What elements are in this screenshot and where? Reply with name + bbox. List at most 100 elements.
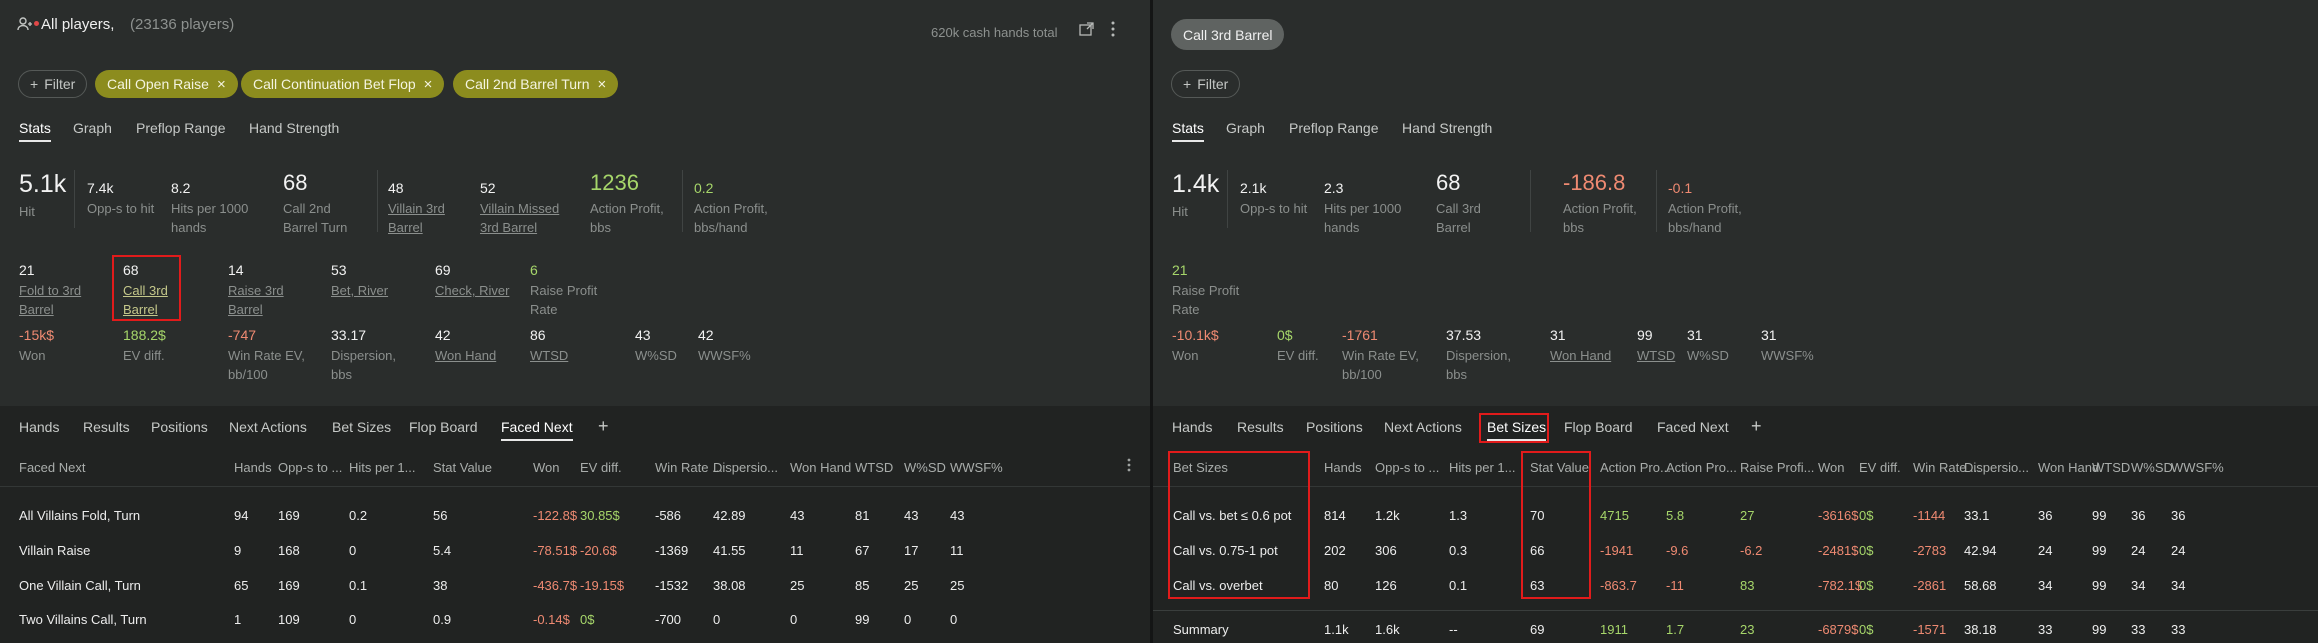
stat-raise-profit-rate: 6 Raise Profit Rate [530, 262, 598, 317]
table-cell: 1.6k [1375, 622, 1400, 637]
table-cell: 17 [904, 543, 919, 558]
table-cell: 36 [2171, 508, 2186, 523]
chip-call-cbet-flop[interactable]: Call Continuation Bet Flop × [241, 70, 445, 98]
column-header[interactable]: Action Pro... [1666, 460, 1737, 475]
hands-total: 620k cash hands total [931, 25, 1058, 40]
column-header[interactable]: Opp-s to ... [1375, 460, 1439, 475]
table-cell: 38 [433, 578, 448, 593]
stat-wtsd[interactable]: 86 WTSD [530, 327, 568, 365]
tab-stats[interactable]: Stats [19, 120, 51, 142]
table-cell: 11 [790, 543, 804, 558]
column-header[interactable]: EV diff. [580, 460, 622, 475]
table-cell: -1532 [655, 578, 689, 593]
column-header[interactable]: Hands [1324, 460, 1362, 475]
tab-hands[interactable]: Hands [19, 419, 59, 435]
add-tab-icon[interactable]: + [1751, 416, 1762, 437]
tab-faced-next[interactable]: Faced Next [1657, 419, 1729, 435]
table-cell: -1571 [1913, 622, 1947, 637]
players-title[interactable]: All players, [41, 16, 114, 33]
tab-results[interactable]: Results [83, 419, 130, 435]
close-icon[interactable]: × [598, 76, 607, 93]
column-header[interactable]: W%SD [2131, 460, 2173, 475]
column-header[interactable]: Stat Value [433, 460, 492, 475]
tab-hand-strength[interactable]: Hand Strength [249, 120, 339, 136]
column-header[interactable]: WWSF% [2171, 460, 2224, 475]
column-header[interactable]: Action Pro... [1600, 460, 1671, 475]
stat-villain-missed-3rd-barrel[interactable]: 52 Villain Missed 3rd Barrel [480, 180, 559, 237]
tab-flop-board[interactable]: Flop Board [1564, 419, 1632, 435]
column-header[interactable]: Opp-s to ... [278, 460, 342, 475]
filter-button[interactable]: + Filter [18, 70, 88, 98]
tab-graph[interactable]: Graph [1226, 120, 1265, 136]
add-tab-icon[interactable]: + [598, 416, 609, 437]
tab-stats[interactable]: Stats [1172, 120, 1204, 142]
stat-dispersion: 37.53 Dispersion, bbs [1446, 327, 1512, 382]
tab-flop-board[interactable]: Flop Board [409, 419, 477, 435]
column-header[interactable]: WWSF% [950, 460, 1003, 475]
column-options-icon[interactable] [1127, 458, 1131, 476]
filter-button[interactable]: + Filter [1171, 70, 1241, 98]
stat-won-hand[interactable]: 42 Won Hand [435, 327, 496, 365]
column-header[interactable]: Dispersio... [713, 460, 778, 475]
tab-preflop-range[interactable]: Preflop Range [136, 120, 226, 136]
table-cell: 23 [1740, 622, 1755, 637]
table-cell: 34 [2038, 578, 2053, 593]
tab-faced-next[interactable]: Faced Next [501, 419, 573, 441]
column-header[interactable]: EV diff. [1859, 460, 1901, 475]
stat-raise-3rd-barrel[interactable]: 14 Raise 3rd Barrel [228, 262, 284, 319]
stat-villain-3rd-barrel[interactable]: 48 Villain 3rd Barrel [388, 180, 445, 237]
column-header[interactable]: Hits per 1... [349, 460, 415, 475]
stat-check-river[interactable]: 69 Check, River [435, 262, 509, 300]
stat-won-hand[interactable]: 31 Won Hand [1550, 327, 1611, 365]
row-label: All Villains Fold, Turn [19, 508, 141, 523]
table-cell: 27 [1740, 508, 1755, 523]
chip-call-2nd-barrel-turn[interactable]: Call 2nd Barrel Turn × [453, 70, 619, 98]
plus-icon: + [1183, 76, 1192, 92]
table-cell: 38.18 [1964, 622, 1997, 637]
chip-call-3rd-barrel[interactable]: Call 3rd Barrel [1171, 19, 1285, 50]
table-cell: 99 [2092, 578, 2107, 593]
column-header[interactable]: Hits per 1... [1449, 460, 1515, 475]
tab-hand-strength[interactable]: Hand Strength [1402, 120, 1492, 136]
table-cell: 169 [278, 578, 300, 593]
stat-bet-river[interactable]: 53 Bet, River [331, 262, 388, 300]
table-cell: 24 [2171, 543, 2186, 558]
tab-results[interactable]: Results [1237, 419, 1284, 435]
user-filter-icon[interactable] [17, 16, 33, 36]
close-icon[interactable]: × [424, 76, 433, 93]
column-header[interactable]: Faced Next [19, 460, 85, 475]
row-label: One Villain Call, Turn [19, 578, 141, 593]
column-header[interactable]: Won Hand [790, 460, 851, 475]
column-header[interactable]: WTSD [855, 460, 893, 475]
column-header[interactable]: WTSD [2092, 460, 2130, 475]
column-header[interactable]: Hands [234, 460, 272, 475]
tab-positions[interactable]: Positions [151, 419, 208, 435]
tab-graph[interactable]: Graph [73, 120, 112, 136]
table-cell: 0.3 [1449, 543, 1468, 558]
column-header[interactable]: Raise Profi... [1740, 460, 1814, 475]
export-icon[interactable] [1079, 22, 1094, 40]
column-header[interactable]: Won [533, 460, 560, 475]
divider [1227, 170, 1228, 228]
chip-call-open-raise[interactable]: Call Open Raise × [95, 70, 238, 98]
tab-bet-sizes[interactable]: Bet Sizes [332, 419, 391, 435]
stat-fold-to-3rd-barrel[interactable]: 21 Fold to 3rd Barrel [19, 262, 81, 319]
tab-preflop-range[interactable]: Preflop Range [1289, 120, 1379, 136]
table-row[interactable] [0, 604, 1150, 634]
more-options-icon[interactable] [1111, 21, 1115, 41]
column-header[interactable]: Won [1818, 460, 1845, 475]
close-icon[interactable]: × [217, 76, 226, 93]
highlight-box [1168, 451, 1310, 599]
table-cell: -9.6 [1666, 543, 1689, 558]
stat-action-profit-bbs: -186.8 Action Profit, bbs [1563, 170, 1637, 235]
column-header[interactable]: W%SD [904, 460, 946, 475]
stat-wtsd[interactable]: 99 WTSD [1637, 327, 1675, 365]
column-header[interactable]: Won Hand [2038, 460, 2099, 475]
tab-hands[interactable]: Hands [1172, 419, 1212, 435]
table-cell: -782.1$ [1818, 578, 1863, 593]
tab-next-actions[interactable]: Next Actions [1384, 419, 1462, 435]
column-header[interactable]: Dispersio... [1964, 460, 2029, 475]
table-cell: -11 [1666, 578, 1684, 593]
tab-positions[interactable]: Positions [1306, 419, 1363, 435]
tab-next-actions[interactable]: Next Actions [229, 419, 307, 435]
